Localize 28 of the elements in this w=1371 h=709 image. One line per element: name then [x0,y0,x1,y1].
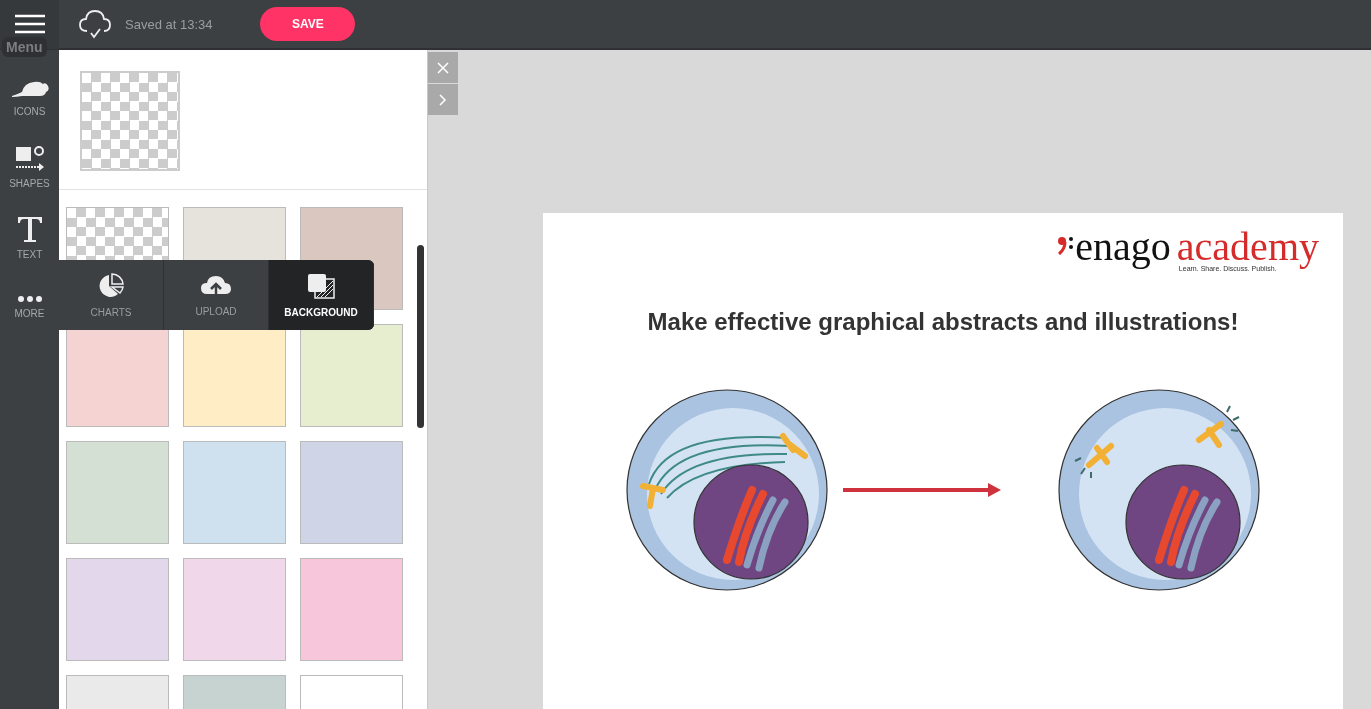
color-swatch[interactable] [183,558,286,661]
menu-option[interactable]: BACKGROUND [269,260,374,330]
rail-item[interactable]: SHAPES [9,177,50,189]
scrollbar[interactable] [417,245,424,428]
pie-chart-icon [98,272,124,299]
cloud-check-icon [79,9,111,39]
save-button[interactable]: SAVE [260,7,356,41]
color-swatch[interactable] [66,441,169,544]
close-button[interactable] [428,52,458,83]
chevron-right-icon [439,93,447,106]
color-swatch[interactable] [300,324,403,427]
close-icon [437,61,449,74]
rail-item[interactable]: ICONS [13,105,46,117]
color-swatch[interactable] [183,441,286,544]
shapes-icon [14,145,45,172]
save-status: Saved at 13:34 [125,16,213,32]
color-swatch[interactable] [300,441,403,544]
color-swatch[interactable] [300,558,403,661]
expand-button[interactable] [428,84,458,115]
color-swatch[interactable] [66,558,169,661]
more-icon [17,295,42,302]
page-title: Make effective graphical abstracts and illustrations! [647,308,1239,336]
rail-item[interactable]: TEXT [16,248,43,260]
text-icon [15,214,44,243]
menu-tooltip: Menu [2,37,47,57]
rail-item[interactable]: MORE [14,307,45,319]
menu-icon[interactable] [14,14,45,34]
layers-icon [307,272,335,299]
